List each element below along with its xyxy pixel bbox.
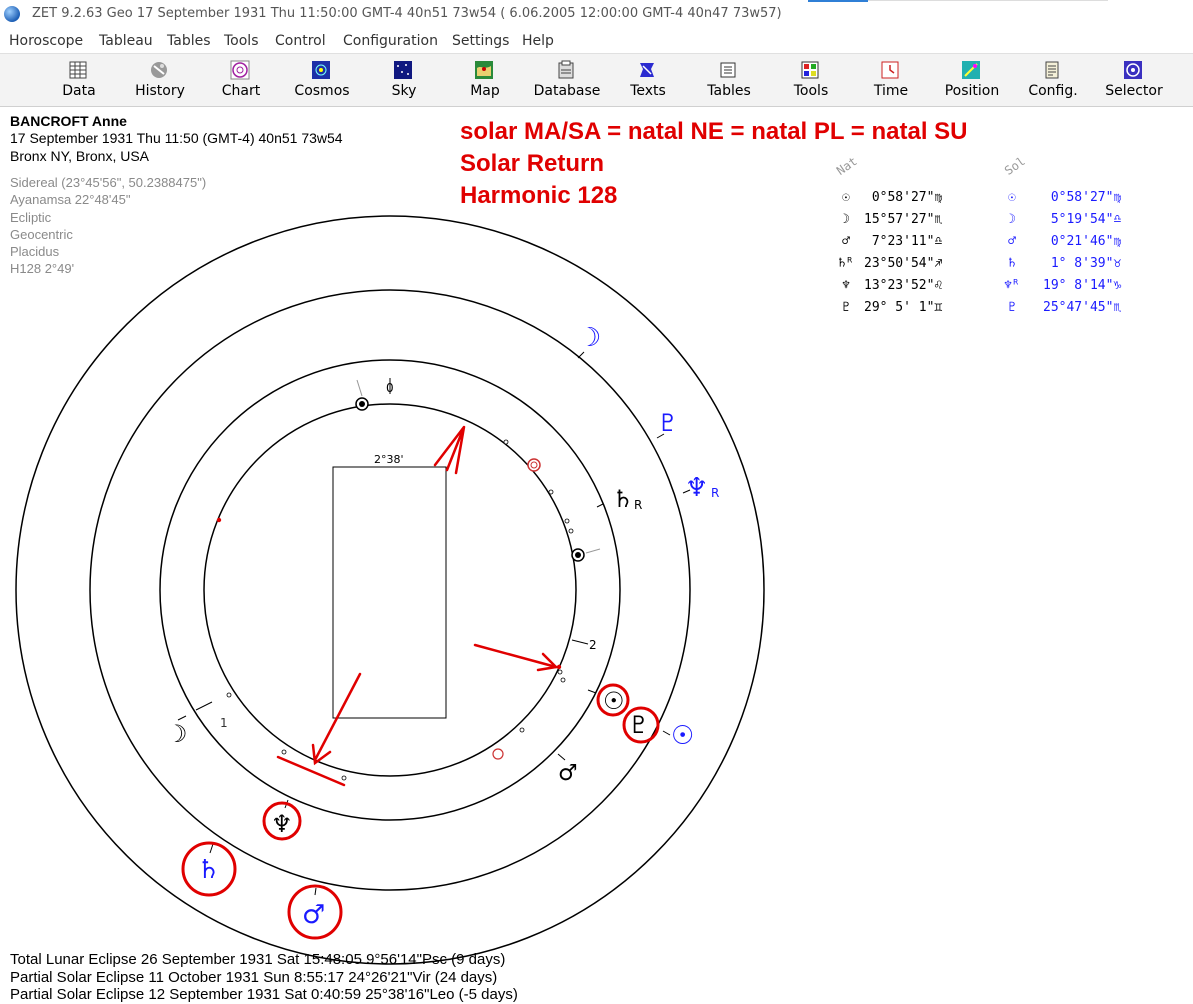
natal-node-center	[359, 401, 365, 407]
natal-neptune-symbol: ♆	[271, 810, 293, 838]
solar-sun-symbol: ☉	[671, 721, 694, 751]
natal-saturn-symbol: ♄	[612, 485, 634, 513]
natal-saturn-retrograde: R	[634, 498, 642, 512]
solar-moon-symbol: ☽	[578, 323, 601, 353]
harmonic-box-label: 2°38'	[374, 453, 404, 466]
house-tick-2	[571, 639, 589, 645]
node-line	[585, 548, 601, 554]
natal-moon-symbol: ☽	[166, 720, 188, 748]
solar-mars-symbol: ♂	[302, 900, 325, 930]
solar-neptune-symbol: ♆	[685, 473, 708, 503]
eclipse-line-3: Partial Solar Eclipse 12 September 1931 …	[10, 986, 518, 1003]
eclipse-line-1: Total Lunar Eclipse 26 September 1931 Sa…	[10, 951, 506, 968]
house-label-0: 0	[386, 381, 394, 395]
red-midpoint-dot	[216, 517, 222, 523]
harmonic-box	[332, 466, 447, 719]
natal-mars-symbol: ♂	[558, 761, 578, 786]
house-tick-1	[195, 701, 213, 711]
solar-pluto-symbol: ♇	[657, 409, 679, 437]
house-label-2: 2	[589, 638, 597, 652]
eclipse-line-2: Partial Solar Eclipse 11 October 1931 Su…	[10, 968, 498, 986]
midpoint-target-marker	[492, 748, 504, 760]
solar-saturn-symbol: ♄	[197, 855, 220, 885]
node-line	[356, 379, 363, 397]
solar-neptune-retrograde: R	[711, 486, 719, 500]
chart-wheel[interactable]: 0 1 2 2°38' ☽ ♂ ♄ R ♆ ♇ ☉ ☽ ♇ ♆ R ☉ ♄ ♂	[0, 0, 1193, 1002]
natal-pluto-symbol: ♇	[628, 711, 650, 739]
annotation-circles	[181, 683, 660, 940]
eclipse-list: Total Lunar Eclipse 26 September 1931 Sa…	[10, 951, 518, 1004]
midpoint-target-marker	[527, 458, 541, 472]
natal-node-center	[575, 552, 581, 558]
house-label-1: 1	[220, 716, 228, 730]
